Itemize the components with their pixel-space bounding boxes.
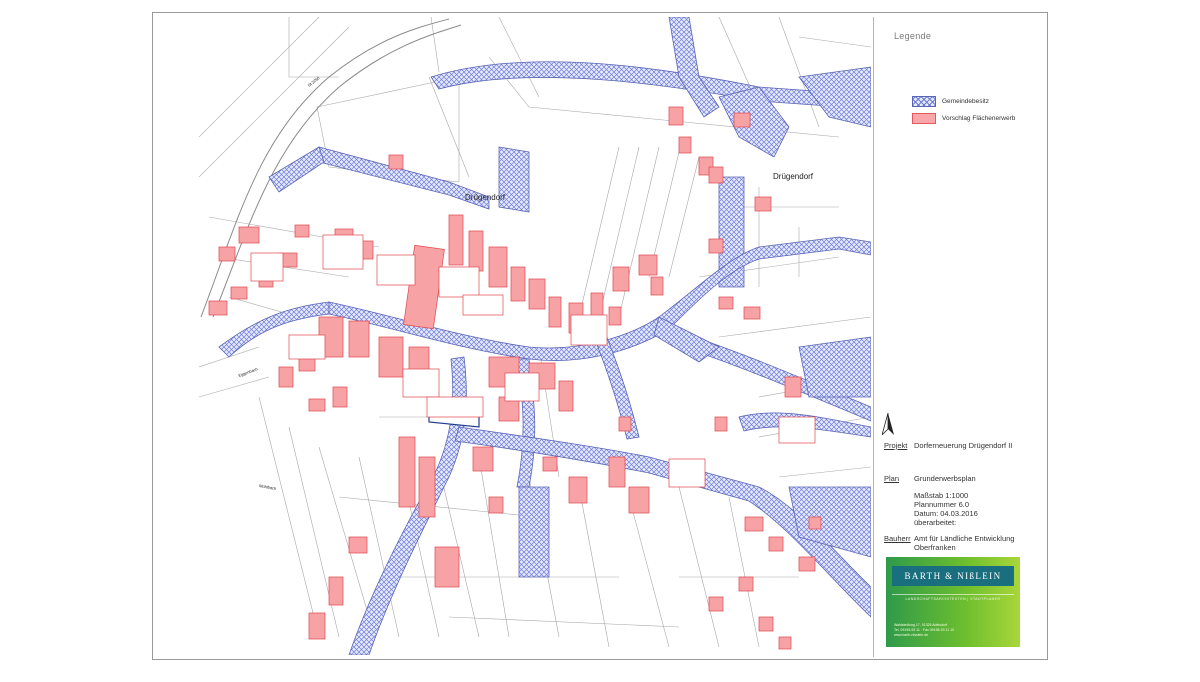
ueberarbeitet: überarbeitet: [914,518,957,527]
flaechenerwerb-swatch [912,113,936,124]
bauherr-line2: Oberfranken [914,543,956,552]
legend-item-flaechenerwerb: Vorschlag Flächenerwerb [912,113,1015,124]
projekt-value: Dorferneuerung Drügendorf II [914,441,1013,450]
legend-label: Vorschlag Flächenerwerb [942,115,1016,122]
village-label-east: Drügendorf [773,172,814,181]
street-label-muehlbach: Mühlbach [259,483,277,491]
plan-details: Maßstab 1:1000 Plannummer 6.0 Datum: 04.… [884,491,978,527]
logo-contact: Waldsiedlung 17, 91325 Adelsdorf Tel. 09… [894,623,954,638]
gemeindebesitz-swatch [912,96,936,107]
village-label-main: Drügendorf [465,193,506,202]
logo-web[interactable]: www.barth-nisslein.de [894,633,954,638]
plan-sheet: Drügendorf Drügendorf Eggenbach Mühlbach… [152,12,1048,660]
legend-title: Legende [894,31,932,41]
street-label-eggenbach: Eggenbach [238,366,259,378]
massstab: Maßstab 1:1000 [914,491,969,500]
plannummer: Plannummer 6.0 [914,500,970,509]
bauherr-line1: Amt für Ländliche Entwicklung [914,534,1015,543]
north-arrow-icon [882,413,894,435]
company-logo: BARTH & NIßLEIN LANDSCHAFTSARCHITEKTEN |… [886,557,1020,647]
legend-panel: Legende Gemeindebesitz Vorschlag Flächen… [873,17,1047,657]
datum: Datum: 04.03.2016 [914,509,978,518]
plan-label: Plan [884,474,900,483]
logo-tagline: LANDSCHAFTSARCHITEKTEN | STADTPLANER [892,594,1014,601]
bauherr-value: Amt für Ländliche Entwicklung Oberfranke… [914,534,1014,552]
plan-value: Grunderwerbsplan [914,474,976,483]
bauherr-label: Bauherr [884,534,911,543]
cadastral-map: Drügendorf Drügendorf Eggenbach Mühlbach… [199,17,871,655]
legend-label: Gemeindebesitz [942,98,989,105]
projekt-label: Projekt [884,441,908,450]
legend-item-gemeindebesitz: Gemeindebesitz [912,96,989,107]
logo-name: BARTH & NIßLEIN [892,566,1014,586]
